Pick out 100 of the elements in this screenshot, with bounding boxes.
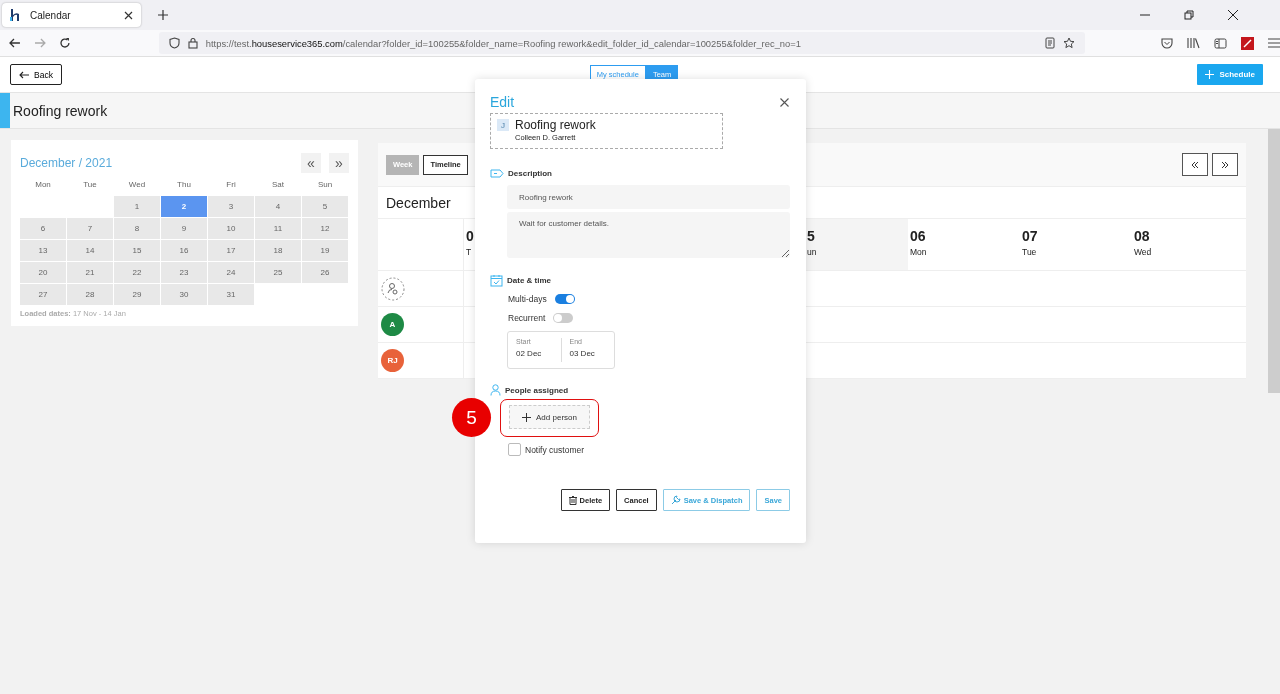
checkbox-label: Notify customer	[525, 444, 585, 455]
day-cell[interactable]: 21	[67, 262, 113, 283]
extension-icon[interactable]	[1241, 36, 1254, 50]
job-title: Roofing rework	[515, 118, 596, 132]
next-button[interactable]: »	[329, 153, 349, 173]
trash-icon	[568, 495, 577, 505]
toggle-switch[interactable]	[554, 294, 575, 304]
day-cell[interactable]: 25	[255, 262, 301, 283]
day-cell[interactable]: 22	[114, 262, 160, 283]
close-icon[interactable]	[1228, 10, 1238, 20]
day-cell[interactable]: 7	[67, 218, 113, 239]
start-date: 02 Dec	[516, 349, 543, 358]
day-cell[interactable]: 11	[255, 218, 301, 239]
weekday-label: Sun	[316, 179, 334, 191]
toggle-switch[interactable]	[553, 313, 574, 323]
notes-field[interactable]: Wait for customer details.	[507, 212, 790, 258]
day-number: 07	[1022, 228, 1039, 244]
day-cell[interactable]: 18	[255, 240, 301, 261]
day-number: 5	[807, 228, 816, 244]
next-button[interactable]	[1212, 153, 1238, 176]
day-cell[interactable]: 10	[208, 218, 254, 239]
weekday-label: Wed	[127, 179, 147, 191]
weekday-label: T	[466, 247, 473, 257]
day-cell[interactable]: 20	[20, 262, 66, 283]
section-label: People assigned	[505, 385, 569, 395]
day-cell[interactable]: 24	[208, 262, 254, 283]
month-label: December	[386, 194, 451, 211]
pocket-icon[interactable]	[1161, 37, 1173, 49]
scrollbar[interactable]	[1268, 129, 1280, 393]
day-cell[interactable]: 23	[161, 262, 207, 283]
unassigned-icon[interactable]	[381, 276, 405, 301]
weekday-label: Fri	[225, 179, 237, 191]
accent-bar	[0, 93, 10, 128]
day-cell[interactable]: 9	[161, 218, 207, 239]
page-title: Roofing rework	[13, 102, 108, 119]
dialog-title: Edit	[490, 94, 515, 110]
reader-icon[interactable]	[1045, 37, 1055, 49]
previous-button[interactable]: «	[301, 153, 321, 173]
tag-icon	[490, 169, 504, 178]
close-icon[interactable]	[124, 10, 133, 20]
schedule-button[interactable]: Schedule	[1197, 64, 1263, 85]
double-chevron-left-icon	[1191, 160, 1199, 169]
day-cell[interactable]: 29	[114, 284, 160, 305]
star-icon[interactable]	[1063, 37, 1075, 49]
avatar[interactable]: A	[381, 313, 404, 336]
avatar[interactable]: RJ	[381, 349, 404, 372]
weekday-label: Thu	[176, 179, 192, 191]
add-person-button[interactable]: Add person	[509, 405, 590, 429]
browser-tab[interactable]: Calendar	[2, 3, 141, 27]
day-cell[interactable]: 14	[67, 240, 113, 261]
new-tab-icon[interactable]	[158, 10, 168, 20]
url-text: https://test.houseservice365.com/calendar?folder_id=100255&folder_name=Roofing rework&edit_folder_id_calendar=100255&folder_rec_no=1	[205, 37, 801, 49]
back-button[interactable]: Back	[10, 64, 62, 85]
tab-title: Calendar	[30, 9, 72, 21]
person-icon	[490, 384, 501, 396]
section-label: Description	[508, 169, 552, 178]
weekday-label: Wed	[1134, 247, 1153, 257]
day-cell[interactable]: 26	[302, 262, 348, 283]
lock-icon	[187, 37, 198, 49]
previous-button[interactable]	[1182, 153, 1208, 176]
day-cell[interactable]: 6	[20, 218, 66, 239]
wrench-icon	[670, 495, 681, 505]
day-cell[interactable]: 13	[20, 240, 66, 261]
month-title: December / 2021	[20, 156, 114, 170]
end-date: 03 Dec	[569, 349, 596, 358]
library-icon[interactable]	[1187, 37, 1200, 49]
step-badge: 5	[452, 398, 491, 437]
back-icon[interactable]	[9, 38, 21, 48]
day-cell[interactable]: 19	[302, 240, 348, 261]
job-badge: J	[497, 119, 509, 131]
day-number: 0	[466, 228, 475, 244]
day-cell[interactable]: 30	[161, 284, 207, 305]
day-cell[interactable]: 31	[208, 284, 254, 305]
day-cell[interactable]: 12	[302, 218, 348, 239]
sidebar-icon[interactable]	[1214, 37, 1227, 49]
weekday-label: Mon	[910, 247, 928, 257]
day-cell[interactable]: 2	[161, 196, 207, 217]
menu-icon[interactable]	[1268, 38, 1280, 48]
day-cell[interactable]: 17	[208, 240, 254, 261]
weekday-label: Sat	[271, 179, 285, 191]
restore-icon[interactable]	[1184, 10, 1194, 20]
toggle-label: Multi-days	[508, 294, 547, 304]
checkbox[interactable]	[508, 443, 521, 456]
weekday-label: Tue	[82, 179, 98, 191]
arrow-left-icon	[19, 70, 30, 79]
title-field[interactable]: Roofing rework	[507, 185, 790, 209]
day-cell[interactable]: 16	[161, 240, 207, 261]
day-cell[interactable]: 3	[208, 196, 254, 217]
calendar-icon	[490, 274, 503, 287]
day-cell[interactable]: 28	[67, 284, 113, 305]
plus-icon	[1205, 70, 1215, 79]
day-cell[interactable]: 15	[114, 240, 160, 261]
address-bar[interactable]: https://test.houseservice365.com/calendar?folder_id=100255&folder_name=Roofing rework&edit_folder_id_calendar=100255&folder_rec_no=1	[158, 32, 1085, 54]
close-icon[interactable]	[780, 97, 789, 107]
day-cell[interactable]: 5	[302, 196, 348, 217]
day-cell[interactable]: 8	[114, 218, 160, 239]
day-cell[interactable]: 1	[114, 196, 160, 217]
day-cell[interactable]: 27	[20, 284, 66, 305]
day-cell[interactable]: 4	[255, 196, 301, 217]
reload-icon[interactable]	[58, 37, 71, 49]
